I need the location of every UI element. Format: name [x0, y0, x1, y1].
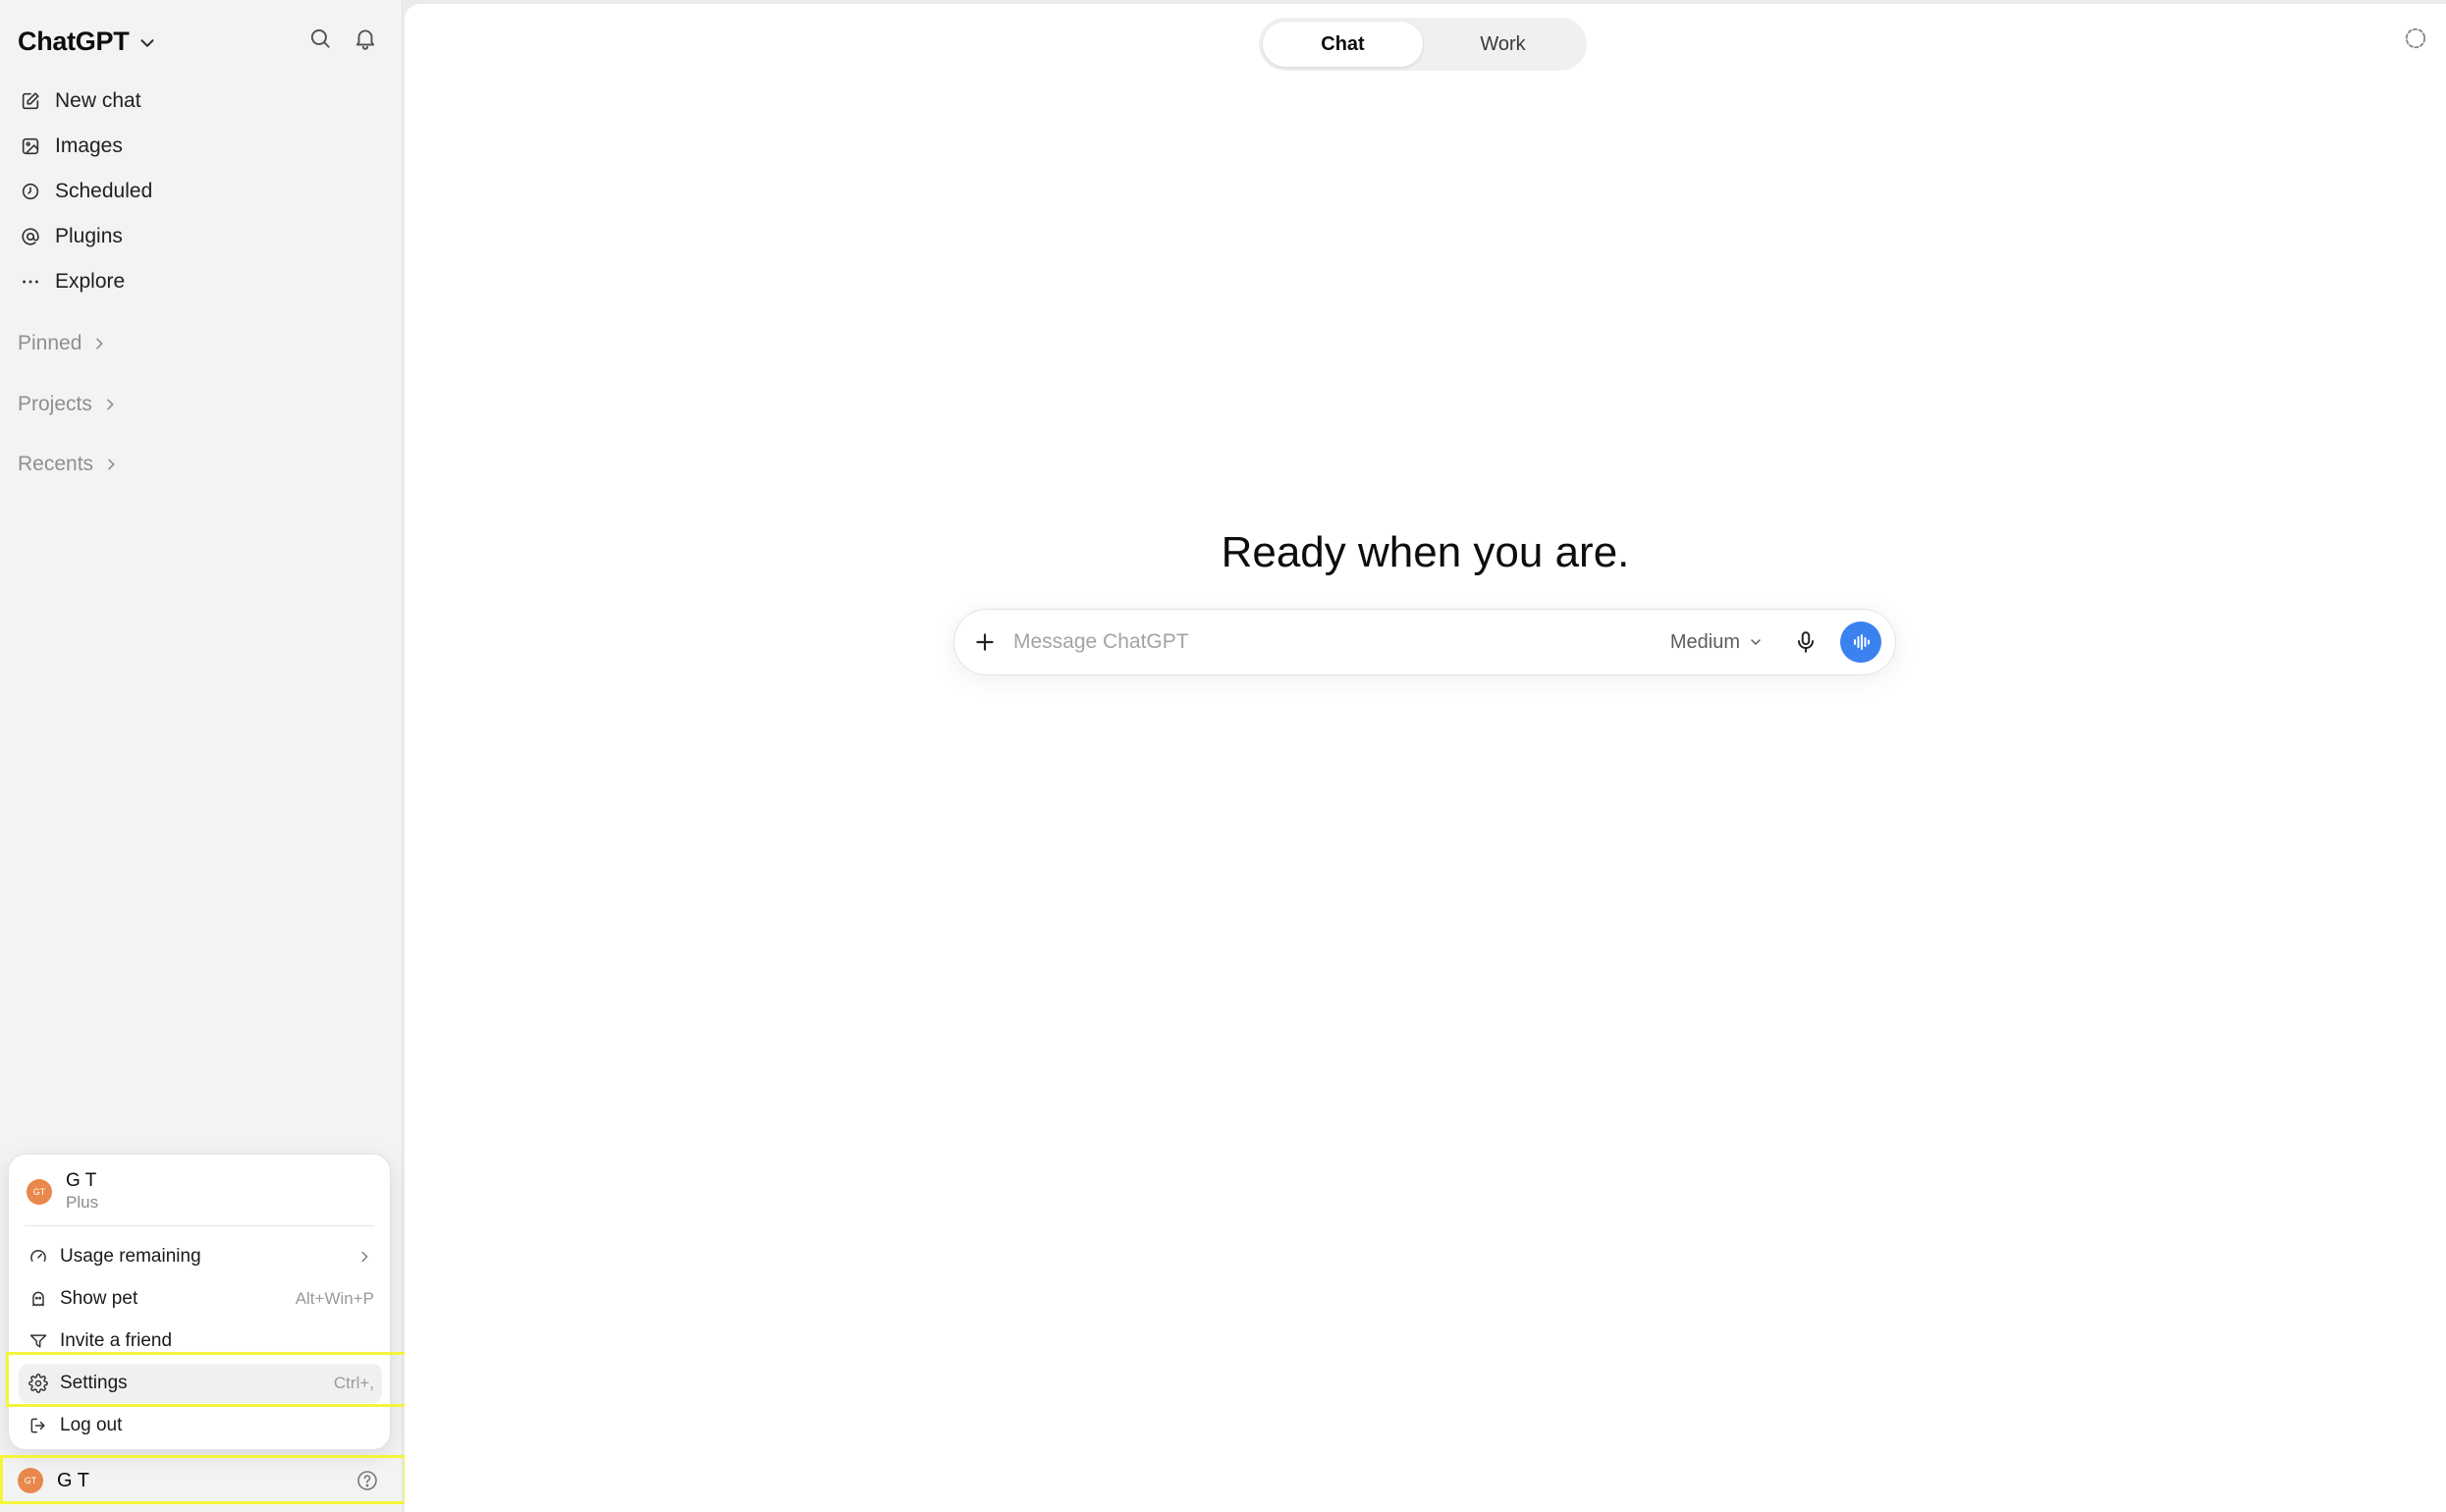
message-input[interactable] — [1013, 630, 1670, 654]
chevron-right-icon — [108, 459, 115, 470]
sidebar-item-label: Plugins — [55, 225, 123, 247]
chevron-down-icon — [1751, 639, 1761, 645]
menu-item-label: Usage remaining — [60, 1246, 201, 1267]
microphone-icon[interactable] — [1793, 629, 1819, 655]
menu-divider — [25, 1225, 374, 1226]
brand-switcher[interactable]: ChatGPT — [18, 22, 158, 61]
profile-menu-header: GT G T Plus — [27, 1170, 98, 1214]
avatar: GT — [18, 1468, 43, 1493]
at-sign-icon — [22, 228, 39, 245]
section-pinned[interactable]: Pinned — [18, 332, 107, 355]
avatar: GT — [27, 1179, 52, 1205]
section-projects[interactable]: Projects — [18, 393, 118, 416]
profile-menu: GT G T Plus Usage remaining Show pet Alt… — [8, 1154, 391, 1450]
pet-icon — [32, 1291, 44, 1307]
bell-icon[interactable] — [353, 26, 378, 51]
composer: Medium — [953, 609, 1896, 675]
section-label: Recents — [18, 453, 94, 475]
logout-icon — [30, 1418, 45, 1433]
model-selector[interactable]: Medium — [1670, 631, 1764, 654]
section-label: Projects — [18, 393, 92, 415]
voice-mode-button[interactable] — [1840, 621, 1881, 663]
tab-chat[interactable]: Chat — [1263, 22, 1423, 67]
menu-item-show-pet[interactable]: Show pet Alt+Win+P — [19, 1279, 382, 1319]
brand-title: ChatGPT — [18, 26, 130, 56]
tab-work[interactable]: Work — [1423, 22, 1583, 67]
gauge-icon — [30, 1250, 46, 1262]
sidebar-top-icons — [307, 26, 378, 51]
temporary-chat-icon[interactable] — [2403, 26, 2428, 51]
shortcut-hint: Ctrl+, — [333, 1374, 374, 1392]
chevron-right-icon — [361, 1251, 368, 1263]
model-label: Medium — [1669, 630, 1740, 653]
sidebar-item-label: New chat — [55, 89, 141, 112]
menu-item-usage-remaining[interactable]: Usage remaining — [19, 1237, 382, 1276]
sidebar-item-label: Images — [55, 135, 123, 157]
sidebar-item-explore[interactable]: Explore — [16, 259, 389, 304]
sidebar-item-label: Explore — [55, 270, 126, 293]
image-icon — [22, 137, 39, 155]
help-icon[interactable] — [355, 1469, 379, 1492]
send-icon — [29, 1334, 47, 1348]
account-button[interactable]: GT G T — [0, 1457, 405, 1504]
sidebar-item-new-chat[interactable]: New chat — [16, 79, 389, 124]
hero-heading: Ready when you are. — [1221, 528, 1630, 576]
sidebar-item-plugins[interactable]: Plugins — [16, 214, 389, 259]
menu-item-label: Log out — [60, 1415, 123, 1435]
menu-item-label: Settings — [60, 1373, 128, 1393]
chevron-right-icon — [96, 338, 103, 350]
menu-item-log-out[interactable]: Log out — [19, 1406, 382, 1445]
sidebar-item-label: Scheduled — [55, 180, 153, 202]
menu-item-label: Show pet — [60, 1288, 138, 1309]
more-dots-icon — [23, 280, 38, 284]
waveform-icon — [1854, 634, 1870, 650]
clock-icon — [22, 183, 39, 200]
menu-item-invite-friend[interactable]: Invite a friend — [19, 1322, 382, 1361]
edit-icon — [22, 92, 39, 110]
chevron-right-icon — [107, 399, 114, 410]
sidebar-nav: New chat Images Scheduled Plugins Explor… — [16, 79, 389, 304]
section-recents[interactable]: Recents — [18, 453, 119, 476]
plus-icon[interactable] — [972, 629, 998, 655]
sidebar: ChatGPT New chat Images Scheduled Plugin… — [0, 0, 403, 1512]
chevron-down-icon — [140, 39, 154, 47]
mode-toggle: Chat Work — [1259, 18, 1587, 71]
app-window: ChatGPT New chat Images Scheduled Plugin… — [0, 0, 2446, 1512]
search-icon[interactable] — [307, 26, 333, 51]
sidebar-item-scheduled[interactable]: Scheduled — [16, 169, 389, 214]
menu-item-settings[interactable]: Settings Ctrl+, — [19, 1364, 382, 1403]
sidebar-item-images[interactable]: Images — [16, 124, 389, 169]
menu-item-label: Invite a friend — [60, 1330, 173, 1351]
shortcut-hint: Alt+Win+P — [295, 1289, 374, 1308]
account-name: G T — [57, 1469, 89, 1491]
gear-icon — [28, 1374, 48, 1393]
main-panel: Chat Work Ready when you are. Medium — [405, 4, 2446, 1512]
profile-name: G T — [66, 1170, 97, 1191]
profile-plan: Plus — [66, 1193, 99, 1212]
section-label: Pinned — [18, 332, 82, 354]
